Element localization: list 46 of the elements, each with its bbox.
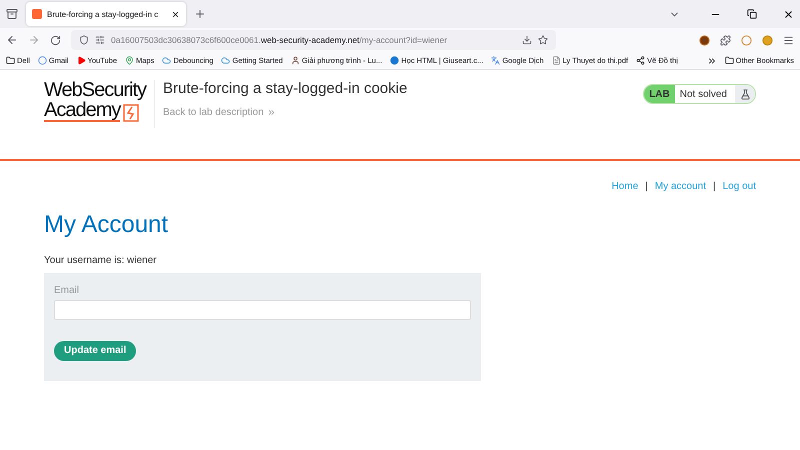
extension-icon[interactable] [699, 34, 710, 46]
play-icon [76, 56, 86, 65]
graph-icon [636, 56, 646, 65]
email-field[interactable] [54, 300, 471, 320]
address-bar[interactable]: 0a16007503dc30638073c6f600ce0061.web-security-academy.net/my-account?id=wiener [71, 30, 556, 50]
folder-icon [6, 56, 15, 65]
chevrons-right-icon[interactable] [706, 56, 717, 66]
new-tab-icon[interactable] [194, 8, 206, 20]
separator: | [713, 181, 716, 192]
flask-icon [740, 88, 750, 100]
close-icon[interactable] [171, 10, 180, 18]
lab-title: Brute-forcing a stay-logged-in cookie [163, 80, 408, 97]
back-icon[interactable] [6, 34, 18, 46]
cloud-icon [162, 56, 172, 65]
map-pin-icon [125, 56, 134, 65]
logo-text: WebSecurity [44, 80, 146, 100]
circle-icon [38, 56, 47, 65]
lab-label: LAB [644, 85, 675, 103]
menu-icon[interactable] [783, 34, 794, 46]
document-icon [552, 56, 561, 65]
tab-list-icon[interactable] [6, 8, 18, 20]
shield-icon [79, 35, 89, 45]
close-icon[interactable] [783, 8, 794, 20]
translate-icon [491, 56, 500, 65]
tab-title: Brute-forcing a stay-logged-in c [47, 10, 160, 18]
sliders-icon [95, 35, 105, 45]
lightning-bolt-icon [123, 104, 140, 122]
logo-text: Academy [44, 100, 120, 122]
puzzle-icon[interactable] [720, 34, 731, 46]
lab-status: Not solved [678, 88, 728, 102]
reload-icon[interactable] [50, 34, 61, 46]
folder-icon [724, 56, 734, 65]
star-icon[interactable] [538, 35, 548, 45]
browser-tab[interactable]: Brute-forcing a stay-logged-in c [26, 2, 186, 26]
username-text: Your username is: wiener [44, 255, 158, 266]
separator: | [645, 181, 648, 192]
circle-icon [390, 56, 400, 65]
cloud-icon [221, 56, 230, 65]
person-icon [290, 56, 300, 65]
email-label: Email [54, 285, 80, 296]
favicon-icon [32, 9, 42, 19]
url-text: 0a16007503dc30638073c6f600ce0061.web-security-academy.net/my-account?id=wiener [111, 35, 448, 45]
restore-icon[interactable] [747, 9, 757, 19]
chevrons-right-icon [266, 108, 276, 117]
download-icon[interactable] [522, 35, 532, 45]
page-heading: My Account [44, 211, 170, 239]
